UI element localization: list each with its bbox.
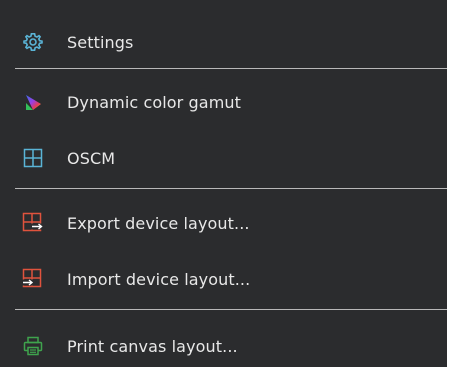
printer-icon: [22, 335, 44, 357]
separator: [15, 309, 447, 310]
menu-item-label: OSCM: [67, 148, 116, 168]
gear-icon: [22, 31, 44, 53]
menu-item-settings[interactable]: Settings: [0, 20, 450, 64]
oscm-grid-icon: [22, 147, 44, 169]
menu-item-oscm[interactable]: OSCM: [0, 136, 450, 180]
context-menu: Settings Dynamic color gamut OSCM Export…: [0, 0, 450, 367]
menu-item-label: Import device layout...: [67, 269, 251, 289]
menu-item-label: Settings: [67, 32, 134, 52]
menu-item-label: Export device layout...: [67, 213, 250, 233]
menu-item-print-canvas-layout[interactable]: Print canvas layout...: [0, 324, 450, 368]
menu-item-import-device-layout[interactable]: Import device layout...: [0, 257, 450, 301]
menu-item-export-device-layout[interactable]: Export device layout...: [0, 201, 450, 245]
menu-item-label: Print canvas layout...: [67, 336, 238, 356]
menu-item-dynamic-color-gamut[interactable]: Dynamic color gamut: [0, 80, 450, 124]
export-layout-icon: [22, 212, 44, 234]
import-layout-icon: [22, 268, 44, 290]
menu-item-label: Dynamic color gamut: [67, 92, 241, 112]
separator: [15, 188, 447, 189]
color-gamut-icon: [22, 91, 44, 113]
separator: [15, 68, 447, 69]
